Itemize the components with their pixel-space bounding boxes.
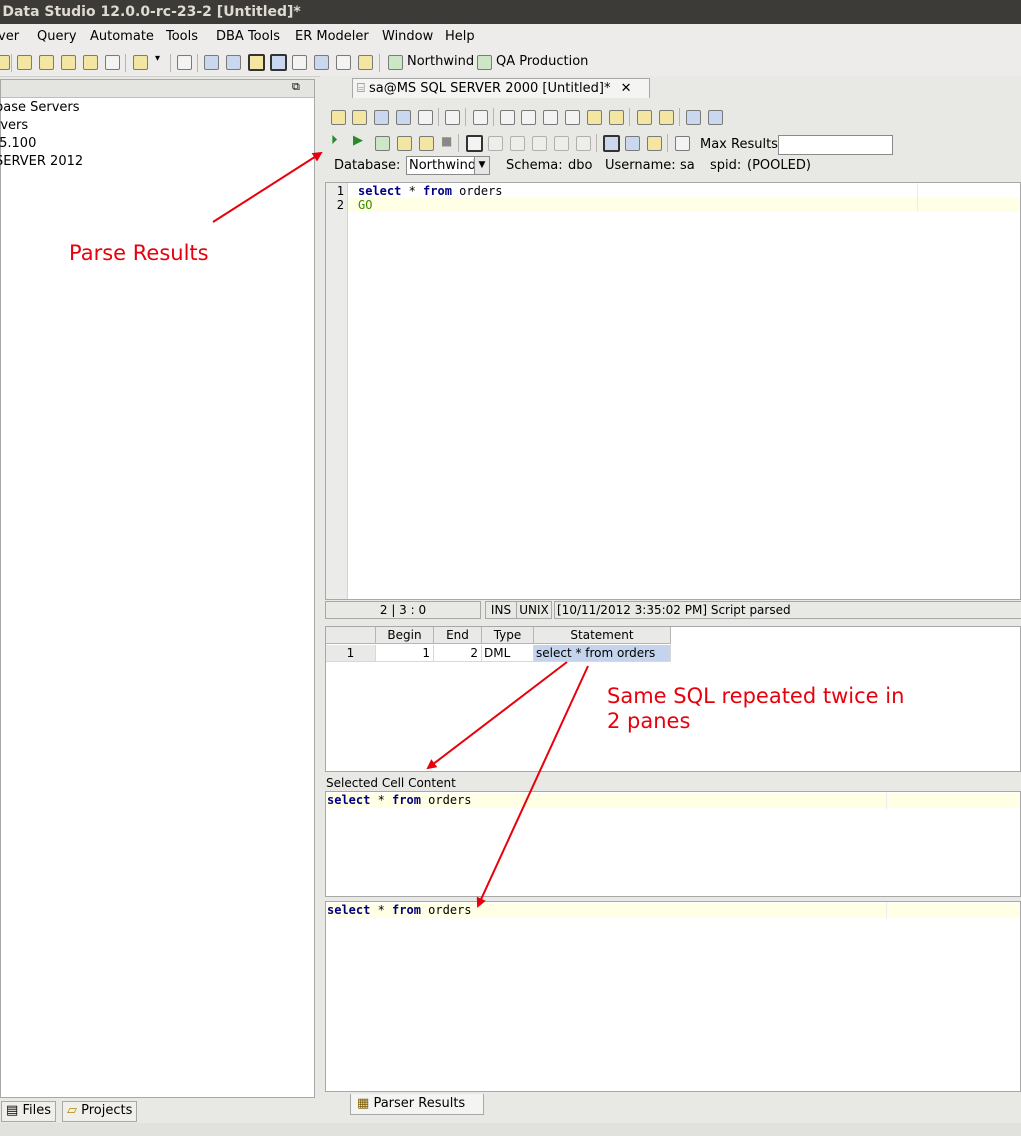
arrow-to-parse-button [212,151,323,223]
annotation-arrows [212,151,589,908]
arrow-to-selected-cell-pane [426,661,568,770]
arrow-to-statement-pane [476,665,589,908]
